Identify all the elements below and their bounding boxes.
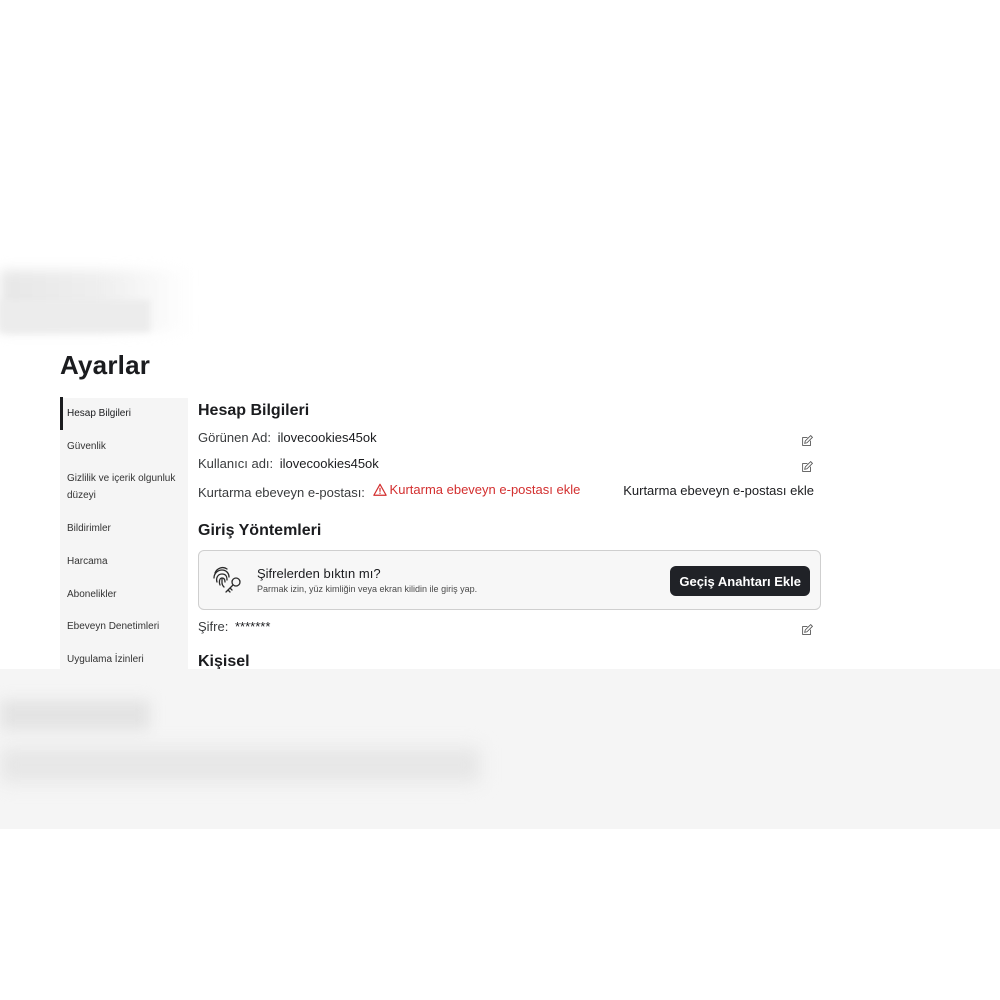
sidebar-item-security[interactable]: Güvenlik bbox=[60, 438, 188, 455]
page-title: Ayarlar bbox=[60, 350, 151, 380]
username-value: ilovecookies45ok bbox=[279, 456, 379, 471]
sidebar-item-label: Ebeveyn Denetimleri bbox=[67, 621, 160, 632]
blurred-footer-block bbox=[0, 700, 150, 730]
settings-sidebar: Hesap Bilgileri Güvenlik Gizlilik ve içe… bbox=[60, 397, 188, 670]
sidebar-item-label: Abonelikler bbox=[67, 589, 117, 600]
edit-icon[interactable] bbox=[800, 460, 814, 474]
sidebar-item-account-info[interactable]: Hesap Bilgileri bbox=[60, 397, 188, 430]
warning-icon bbox=[372, 483, 387, 496]
sidebar-item-label: Bildirimler bbox=[67, 523, 111, 534]
sidebar-item-notifications[interactable]: Bildirimler bbox=[60, 520, 188, 537]
display-name-value: ilovecookies45ok bbox=[277, 430, 377, 445]
sidebar-item-label: Uygulama İzinleri bbox=[67, 654, 144, 665]
sidebar-item-parental-controls[interactable]: Ebeveyn Denetimleri bbox=[60, 618, 188, 635]
sidebar-item-label: Gizlilik ve içerik olgunluk düzeyi bbox=[67, 473, 176, 501]
sidebar-item-label: Harcama bbox=[67, 556, 108, 567]
sidebar-item-subscriptions[interactable]: Abonelikler bbox=[60, 586, 188, 603]
edit-icon[interactable] bbox=[800, 623, 814, 637]
sidebar-item-spending[interactable]: Harcama bbox=[60, 553, 188, 570]
fingerprint-key-icon bbox=[213, 566, 241, 593]
passkey-card: Şifrelerden bıktın mı? Parmak izin, yüz … bbox=[198, 550, 821, 610]
recovery-email-label: Kurtarma ebeveyn e-postası: bbox=[198, 484, 365, 500]
add-passkey-button[interactable]: Geçiş Anahtarı Ekle bbox=[670, 566, 810, 596]
sidebar-item-privacy[interactable]: Gizlilik ve içerik olgunluk düzeyi bbox=[60, 470, 188, 504]
passkey-subtitle: Parmak izin, yüz kimliğin veya ekran kil… bbox=[257, 584, 478, 594]
sidebar-item-label: Hesap Bilgileri bbox=[67, 408, 131, 419]
recovery-warning-text: Kurtarma ebeveyn e-postası ekle bbox=[389, 482, 581, 497]
recovery-email-row: Kurtarma ebeveyn e-postası: Kurtarma ebe… bbox=[198, 482, 818, 502]
personal-heading: Kişisel bbox=[198, 653, 250, 669]
account-info-heading: Hesap Bilgileri bbox=[198, 402, 310, 419]
edit-icon[interactable] bbox=[800, 434, 814, 448]
passkey-title: Şifrelerden bıktın mı? bbox=[257, 566, 381, 581]
password-value: ******* bbox=[234, 619, 271, 634]
password-row: Şifre: ******* bbox=[198, 619, 818, 639]
username-label: Kullanıcı adı: bbox=[198, 456, 274, 471]
blurred-header-block bbox=[0, 300, 150, 332]
add-recovery-email-button[interactable]: Kurtarma ebeveyn e-postası ekle bbox=[623, 483, 814, 498]
display-name-row: Görünen Ad: ilovecookies45ok bbox=[198, 430, 818, 450]
blurred-footer-block bbox=[0, 748, 480, 782]
sidebar-item-app-permissions[interactable]: Uygulama İzinleri bbox=[60, 651, 188, 668]
sidebar-item-label: Güvenlik bbox=[67, 441, 106, 452]
username-row: Kullanıcı adı: ilovecookies45ok bbox=[198, 456, 818, 476]
login-methods-heading: Giriş Yöntemleri bbox=[198, 522, 322, 539]
display-name-label: Görünen Ad: bbox=[198, 430, 271, 445]
password-label: Şifre: bbox=[198, 619, 229, 634]
recovery-warning: Kurtarma ebeveyn e-postası ekle bbox=[372, 482, 581, 497]
